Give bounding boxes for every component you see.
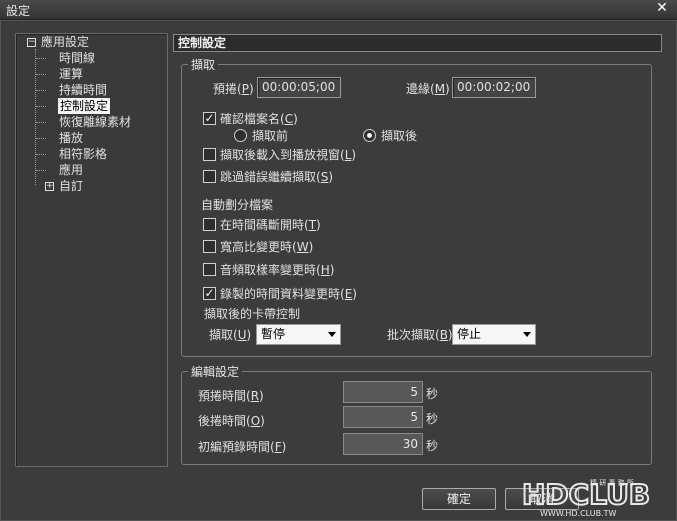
- after-capture-radio[interactable]: [363, 129, 376, 142]
- timecode-break-label: 在時間碼斷開時(T): [220, 218, 321, 232]
- confirm-filename-label: 確認檔案名(C): [220, 112, 298, 126]
- preroll-field[interactable]: 00:00:05;00: [257, 77, 341, 98]
- watermark-subtitle: 精 研 事 務 所: [590, 478, 634, 487]
- chevron-down-icon: [523, 332, 531, 337]
- title-bar: 設定 ✕: [0, 0, 677, 20]
- preroll-label: 預捲(P): [213, 82, 254, 96]
- edit-preroll-field[interactable]: 5: [343, 381, 423, 403]
- aspect-change-checkbox[interactable]: [203, 240, 216, 253]
- window-title: 設定: [6, 4, 31, 18]
- section-title: 控制設定: [173, 34, 662, 52]
- hdclub-watermark-logo: HDCLUB 精 研 事 務 所 WWW.HD.CLUB.TW: [521, 477, 651, 518]
- audio-rate-checkbox[interactable]: [203, 263, 216, 276]
- batch-action-select[interactable]: 停止: [452, 324, 536, 345]
- first-edit-field[interactable]: 30: [343, 433, 423, 455]
- tree-item-render[interactable]: 運算: [59, 66, 83, 82]
- expand-icon[interactable]: +: [45, 182, 54, 191]
- close-icon[interactable]: ✕: [654, 0, 670, 18]
- edit-postroll-label: 後捲時間(O): [198, 414, 265, 428]
- margin-field[interactable]: 00:00:02;00: [452, 77, 536, 98]
- load-to-player-label: 擷取後載入到播放視窗(L): [220, 148, 357, 162]
- margin-label: 邊緣(M): [406, 82, 450, 96]
- tree-item-custom[interactable]: 自訂: [59, 178, 83, 194]
- tree-item-app-settings[interactable]: 應用設定: [41, 34, 89, 50]
- skip-errors-checkbox[interactable]: [203, 170, 216, 183]
- timecode-break-checkbox[interactable]: [203, 218, 216, 231]
- confirm-filename-checkbox[interactable]: ✓: [203, 112, 216, 125]
- edit-preroll-label: 預捲時間(R): [198, 389, 264, 403]
- after-capture-label: 擷取後: [381, 129, 418, 143]
- capture-action-label: 擷取(U): [209, 328, 252, 342]
- watermark-url: WWW.HD.CLUB.TW: [540, 509, 616, 518]
- edit-preroll-unit: 秒: [426, 387, 439, 401]
- collapse-icon[interactable]: −: [27, 38, 36, 47]
- rec-date-label: 錄製的時間資料變更時(E): [220, 287, 357, 301]
- tree-item-restore-offline[interactable]: 恢復離線素材: [59, 114, 131, 130]
- ok-button[interactable]: 確定: [422, 488, 496, 510]
- tree-item-playback[interactable]: 播放: [59, 130, 83, 146]
- settings-tree: − 應用設定 時間線 運算 持續時間 控制設定 恢復離線素材 播放 相符影格 應…: [15, 33, 168, 467]
- load-to-player-checkbox[interactable]: [203, 148, 216, 161]
- batch-action-label: 批次擷取(B): [387, 328, 453, 342]
- tree-item-device-control[interactable]: 控制設定: [58, 98, 111, 114]
- capture-action-select[interactable]: 暫停: [256, 324, 341, 345]
- tree-item-match-frame[interactable]: 相符影格: [59, 146, 107, 162]
- chevron-down-icon: [328, 332, 336, 337]
- first-edit-label: 初編預錄時間(F): [198, 440, 287, 454]
- before-capture-label: 擷取前: [252, 129, 289, 143]
- edit-group-label: 編輯設定: [188, 363, 243, 380]
- deck-control-label: 擷取後的卡帶控制: [204, 307, 301, 321]
- skip-errors-label: 跳過錯誤繼續擷取(S): [220, 170, 333, 184]
- first-edit-unit: 秒: [426, 439, 439, 453]
- edit-postroll-unit: 秒: [426, 412, 439, 426]
- capture-group-label: 擷取: [188, 56, 219, 73]
- tree-item-application[interactable]: 應用: [59, 162, 83, 178]
- rec-date-checkbox[interactable]: ✓: [203, 287, 216, 300]
- tree-item-timeline[interactable]: 時間線: [59, 50, 95, 66]
- edit-postroll-field[interactable]: 5: [343, 406, 423, 428]
- tree-item-duration[interactable]: 持續時間: [59, 82, 107, 98]
- auto-split-label: 自動劃分檔案: [201, 198, 274, 212]
- before-capture-radio[interactable]: [234, 129, 247, 142]
- audio-rate-label: 音頻取樣率變更時(H): [220, 263, 335, 277]
- aspect-change-label: 寬高比變更時(W): [220, 240, 314, 254]
